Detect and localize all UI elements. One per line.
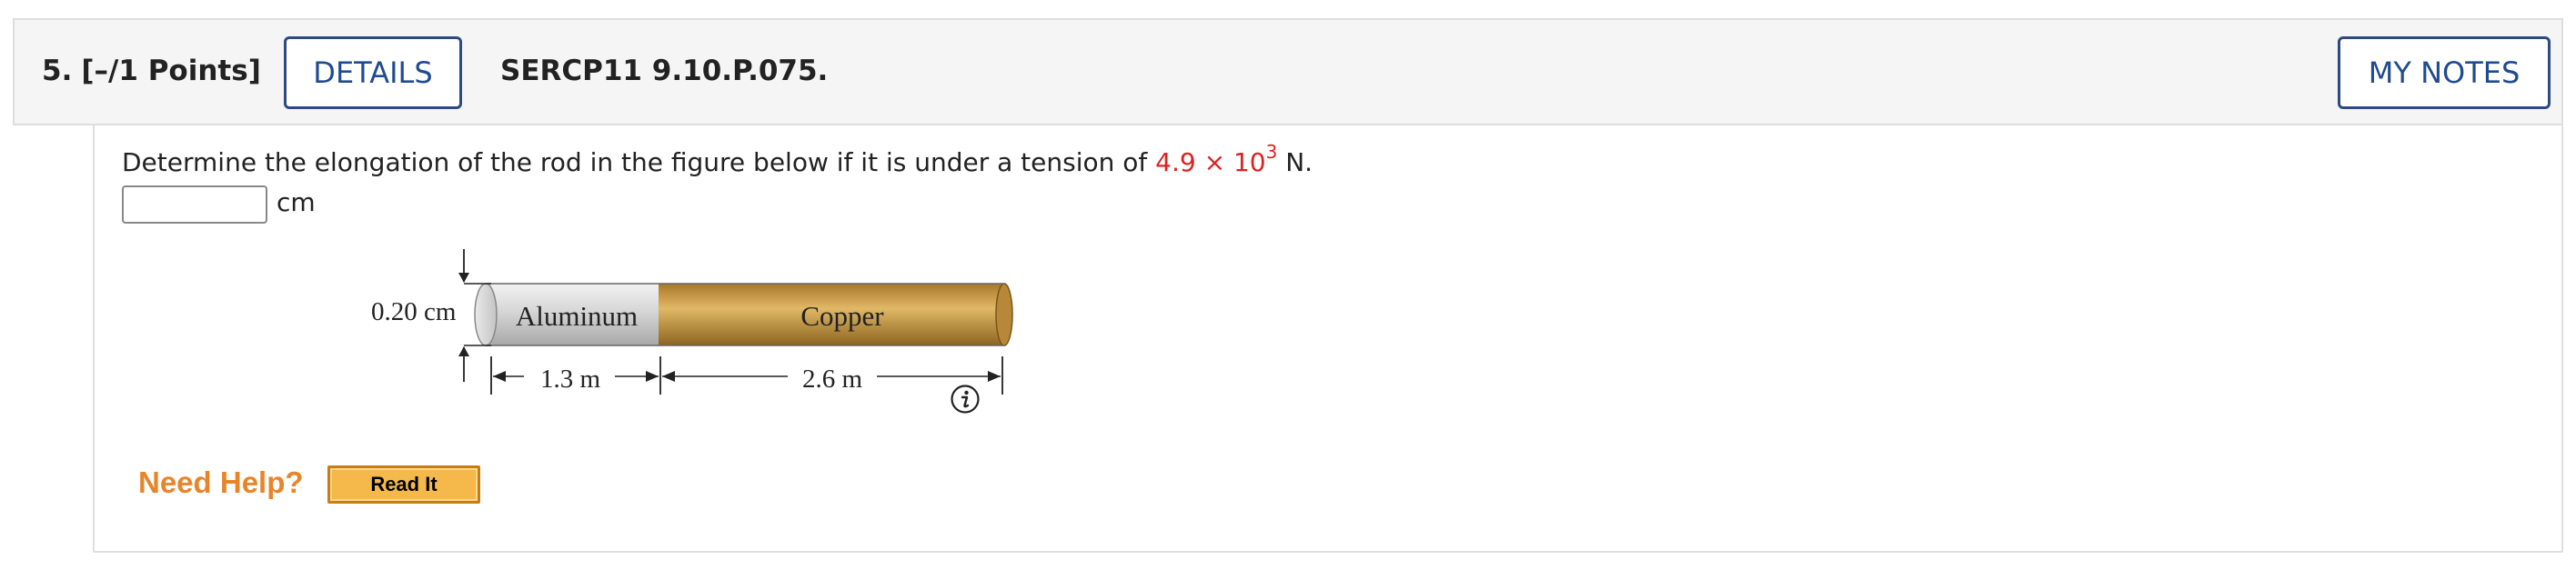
aluminum-end-cap: [474, 283, 498, 346]
need-help-label: Need Help?: [138, 465, 304, 499]
answer-input[interactable]: [122, 185, 267, 224]
question-number-label: 5.: [42, 55, 73, 87]
prompt-text-end: N.: [1277, 147, 1313, 177]
info-icon[interactable]: [950, 384, 981, 415]
question-prompt: Determine the elongation of the rod in t…: [122, 143, 1313, 177]
question-header: 5. [–/1 Points] DETAILS SERCP11 9.10.P.07…: [13, 18, 2563, 125]
copper-label: Copper: [800, 300, 884, 332]
rod-figure: 0.20 cm Aluminum Copper 1.3 m 2.6 m: [371, 249, 1013, 395]
my-notes-button[interactable]: MY NOTES: [2338, 36, 2551, 109]
details-button[interactable]: DETAILS: [284, 36, 462, 109]
question-body: Determine the elongation of the rod in t…: [93, 125, 2563, 553]
tension-value: 4.9 × 103: [1155, 143, 1277, 177]
aluminum-length-label: 1.3 m: [540, 365, 601, 394]
tension-exponent: 3: [1265, 140, 1278, 163]
question-number: 5. [–/1 Points]: [42, 55, 261, 87]
points-label: [–/1 Points]: [81, 55, 261, 87]
problem-code: SERCP11 9.10.P.075.: [500, 55, 829, 87]
read-it-button[interactable]: Read It: [327, 465, 480, 504]
prompt-text-start: Determine the elongation of the rod in t…: [122, 147, 1156, 177]
tension-mantissa: 4.9 × 10: [1155, 147, 1266, 177]
copper-end-cap: [995, 283, 1013, 346]
answer-unit: cm: [277, 187, 316, 217]
aluminum-label: Aluminum: [516, 300, 638, 332]
copper-length-label: 2.6 m: [802, 365, 863, 394]
diameter-label: 0.20 cm: [371, 297, 457, 326]
